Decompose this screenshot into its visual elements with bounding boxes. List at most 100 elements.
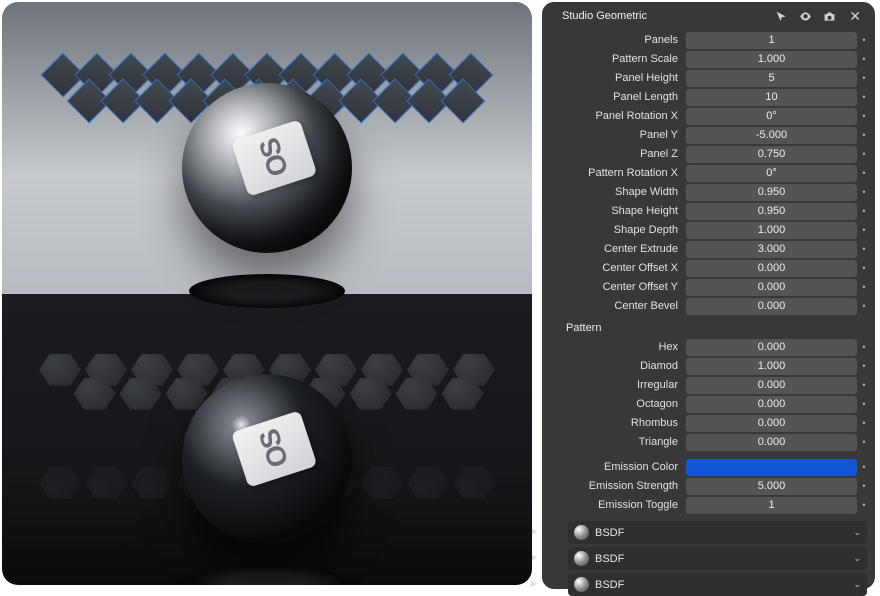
close-icon[interactable]: ✕ — [845, 9, 865, 23]
panel-title: Studio Geometric — [562, 10, 765, 22]
keyframe-dot[interactable]: • — [859, 301, 869, 311]
label-emission-strength: Emission Strength — [548, 480, 686, 492]
keyframe-dot[interactable]: • — [859, 168, 869, 178]
cursor-icon[interactable] — [773, 8, 789, 24]
field-center-off-y[interactable]: 0.000 — [686, 279, 857, 296]
keyframe-dot[interactable]: • — [859, 500, 869, 510]
label-shape-height: Shape Height — [548, 205, 686, 217]
field-rhombus[interactable]: 0.000 — [686, 415, 857, 432]
render-preview: OS OS — [2, 2, 532, 585]
label-shape-width: Shape Width — [548, 186, 686, 198]
keyframe-dot[interactable]: • — [859, 481, 869, 491]
label-panel-z: Panel Z — [548, 148, 686, 160]
field-diamod[interactable]: 1.000 — [686, 358, 857, 375]
label-center-extrude: Center Extrude — [548, 243, 686, 255]
field-shape-depth[interactable]: 1.000 — [686, 222, 857, 239]
keyframe-dot[interactable]: • — [859, 380, 869, 390]
section-pattern: Pattern — [548, 316, 869, 338]
field-pattern-rot-x[interactable]: 0° — [686, 165, 857, 182]
field-center-extrude[interactable]: 3.000 — [686, 241, 857, 258]
label-center-bevel: Center Bevel — [548, 300, 686, 312]
bsdf-label: BSDF — [595, 553, 847, 565]
field-emission-strength[interactable]: 5.000 — [686, 478, 857, 495]
field-octagon[interactable]: 0.000 — [686, 396, 857, 413]
label-panels: Panels — [548, 34, 686, 46]
keyframe-dot[interactable]: • — [859, 462, 869, 472]
label-emission-color: Emission Color — [548, 461, 686, 473]
keyframe-dot[interactable]: • — [859, 73, 869, 83]
material-preview-icon — [574, 525, 589, 540]
field-irregular[interactable]: 0.000 — [686, 377, 857, 394]
eye-icon[interactable] — [797, 8, 813, 24]
field-panel-z[interactable]: 0.750 — [686, 146, 857, 163]
keyframe-dot[interactable]: • — [859, 187, 869, 197]
field-emission-color[interactable] — [686, 459, 857, 476]
label-diamod: Diamod — [548, 360, 686, 372]
chevron-down-icon[interactable]: ⌄ — [853, 579, 861, 590]
bsdf-label: BSDF — [595, 527, 847, 539]
label-octagon: Octagon — [548, 398, 686, 410]
material-preview-icon — [574, 577, 589, 592]
material-sphere-light: OS — [182, 83, 352, 253]
keyframe-dot[interactable]: • — [859, 54, 869, 64]
keyframe-dot[interactable]: • — [859, 399, 869, 409]
bsdf-label: BSDF — [595, 579, 847, 591]
field-triangle[interactable]: 0.000 — [686, 434, 857, 451]
keyframe-dot[interactable]: • — [859, 92, 869, 102]
preview-bottom-dark: OS — [2, 294, 532, 586]
keyframe-dot[interactable]: • — [859, 206, 869, 216]
field-pattern-scale[interactable]: 1.000 — [686, 51, 857, 68]
preview-top-light: OS — [2, 2, 532, 294]
os-chip: OS — [231, 119, 317, 196]
field-emission-toggle[interactable]: 1 — [686, 497, 857, 514]
label-panel-length: Panel Length — [548, 91, 686, 103]
keyframe-dot[interactable]: • — [859, 35, 869, 45]
panel-header: Studio Geometric ✕ — [548, 2, 869, 28]
field-shape-width[interactable]: 0.950 — [686, 184, 857, 201]
field-hex[interactable]: 0.000 — [686, 339, 857, 356]
camera-icon[interactable] — [821, 8, 837, 24]
material-preview-icon — [574, 551, 589, 566]
field-panels[interactable]: 1 — [686, 32, 857, 49]
os-chip: OS — [231, 410, 317, 487]
bsdf-material-1[interactable]: BSDF ⌄ — [568, 521, 867, 544]
sphere-base-ring — [189, 274, 345, 308]
chevron-down-icon[interactable]: ⌄ — [853, 553, 861, 564]
label-panel-height: Panel Height — [548, 72, 686, 84]
label-center-off-y: Center Offset Y — [548, 281, 686, 293]
keyframe-dot[interactable]: • — [859, 342, 869, 352]
label-panel-y: Panel Y — [548, 129, 686, 141]
field-shape-height[interactable]: 0.950 — [686, 203, 857, 220]
field-panel-height[interactable]: 5 — [686, 70, 857, 87]
keyframe-dot[interactable]: • — [859, 437, 869, 447]
field-center-off-x[interactable]: 0.000 — [686, 260, 857, 277]
label-pattern-scale: Pattern Scale — [548, 53, 686, 65]
field-panel-y[interactable]: -5.000 — [686, 127, 857, 144]
label-rhombus: Rhombus — [548, 417, 686, 429]
keyframe-dot[interactable]: • — [859, 130, 869, 140]
label-center-off-x: Center Offset X — [548, 262, 686, 274]
label-irregular: Irregular — [548, 379, 686, 391]
keyframe-dot[interactable]: • — [859, 225, 869, 235]
properties-panel: Studio Geometric ✕ Panels1• Pattern Scal… — [542, 2, 875, 589]
label-triangle: Triangle — [548, 436, 686, 448]
keyframe-dot[interactable]: • — [859, 418, 869, 428]
sphere-base-ring — [189, 565, 345, 585]
keyframe-dot[interactable]: • — [859, 263, 869, 273]
material-sphere-dark: OS — [182, 374, 352, 544]
keyframe-dot[interactable]: • — [859, 361, 869, 371]
keyframe-dot[interactable]: • — [859, 149, 869, 159]
keyframe-dot[interactable]: • — [859, 244, 869, 254]
field-panel-length[interactable]: 10 — [686, 89, 857, 106]
field-panel-rot-x[interactable]: 0° — [686, 108, 857, 125]
label-pattern-rot-x: Pattern Rotation X — [548, 167, 686, 179]
label-panel-rot-x: Panel Rotation X — [548, 110, 686, 122]
label-shape-depth: Shape Depth — [548, 224, 686, 236]
keyframe-dot[interactable]: • — [859, 111, 869, 121]
label-emission-toggle: Emission Toggle — [548, 499, 686, 511]
field-center-bevel[interactable]: 0.000 — [686, 298, 857, 315]
bsdf-material-2[interactable]: BSDF ⌄ — [568, 547, 867, 570]
chevron-down-icon[interactable]: ⌄ — [853, 527, 861, 538]
keyframe-dot[interactable]: • — [859, 282, 869, 292]
label-hex: Hex — [548, 341, 686, 353]
